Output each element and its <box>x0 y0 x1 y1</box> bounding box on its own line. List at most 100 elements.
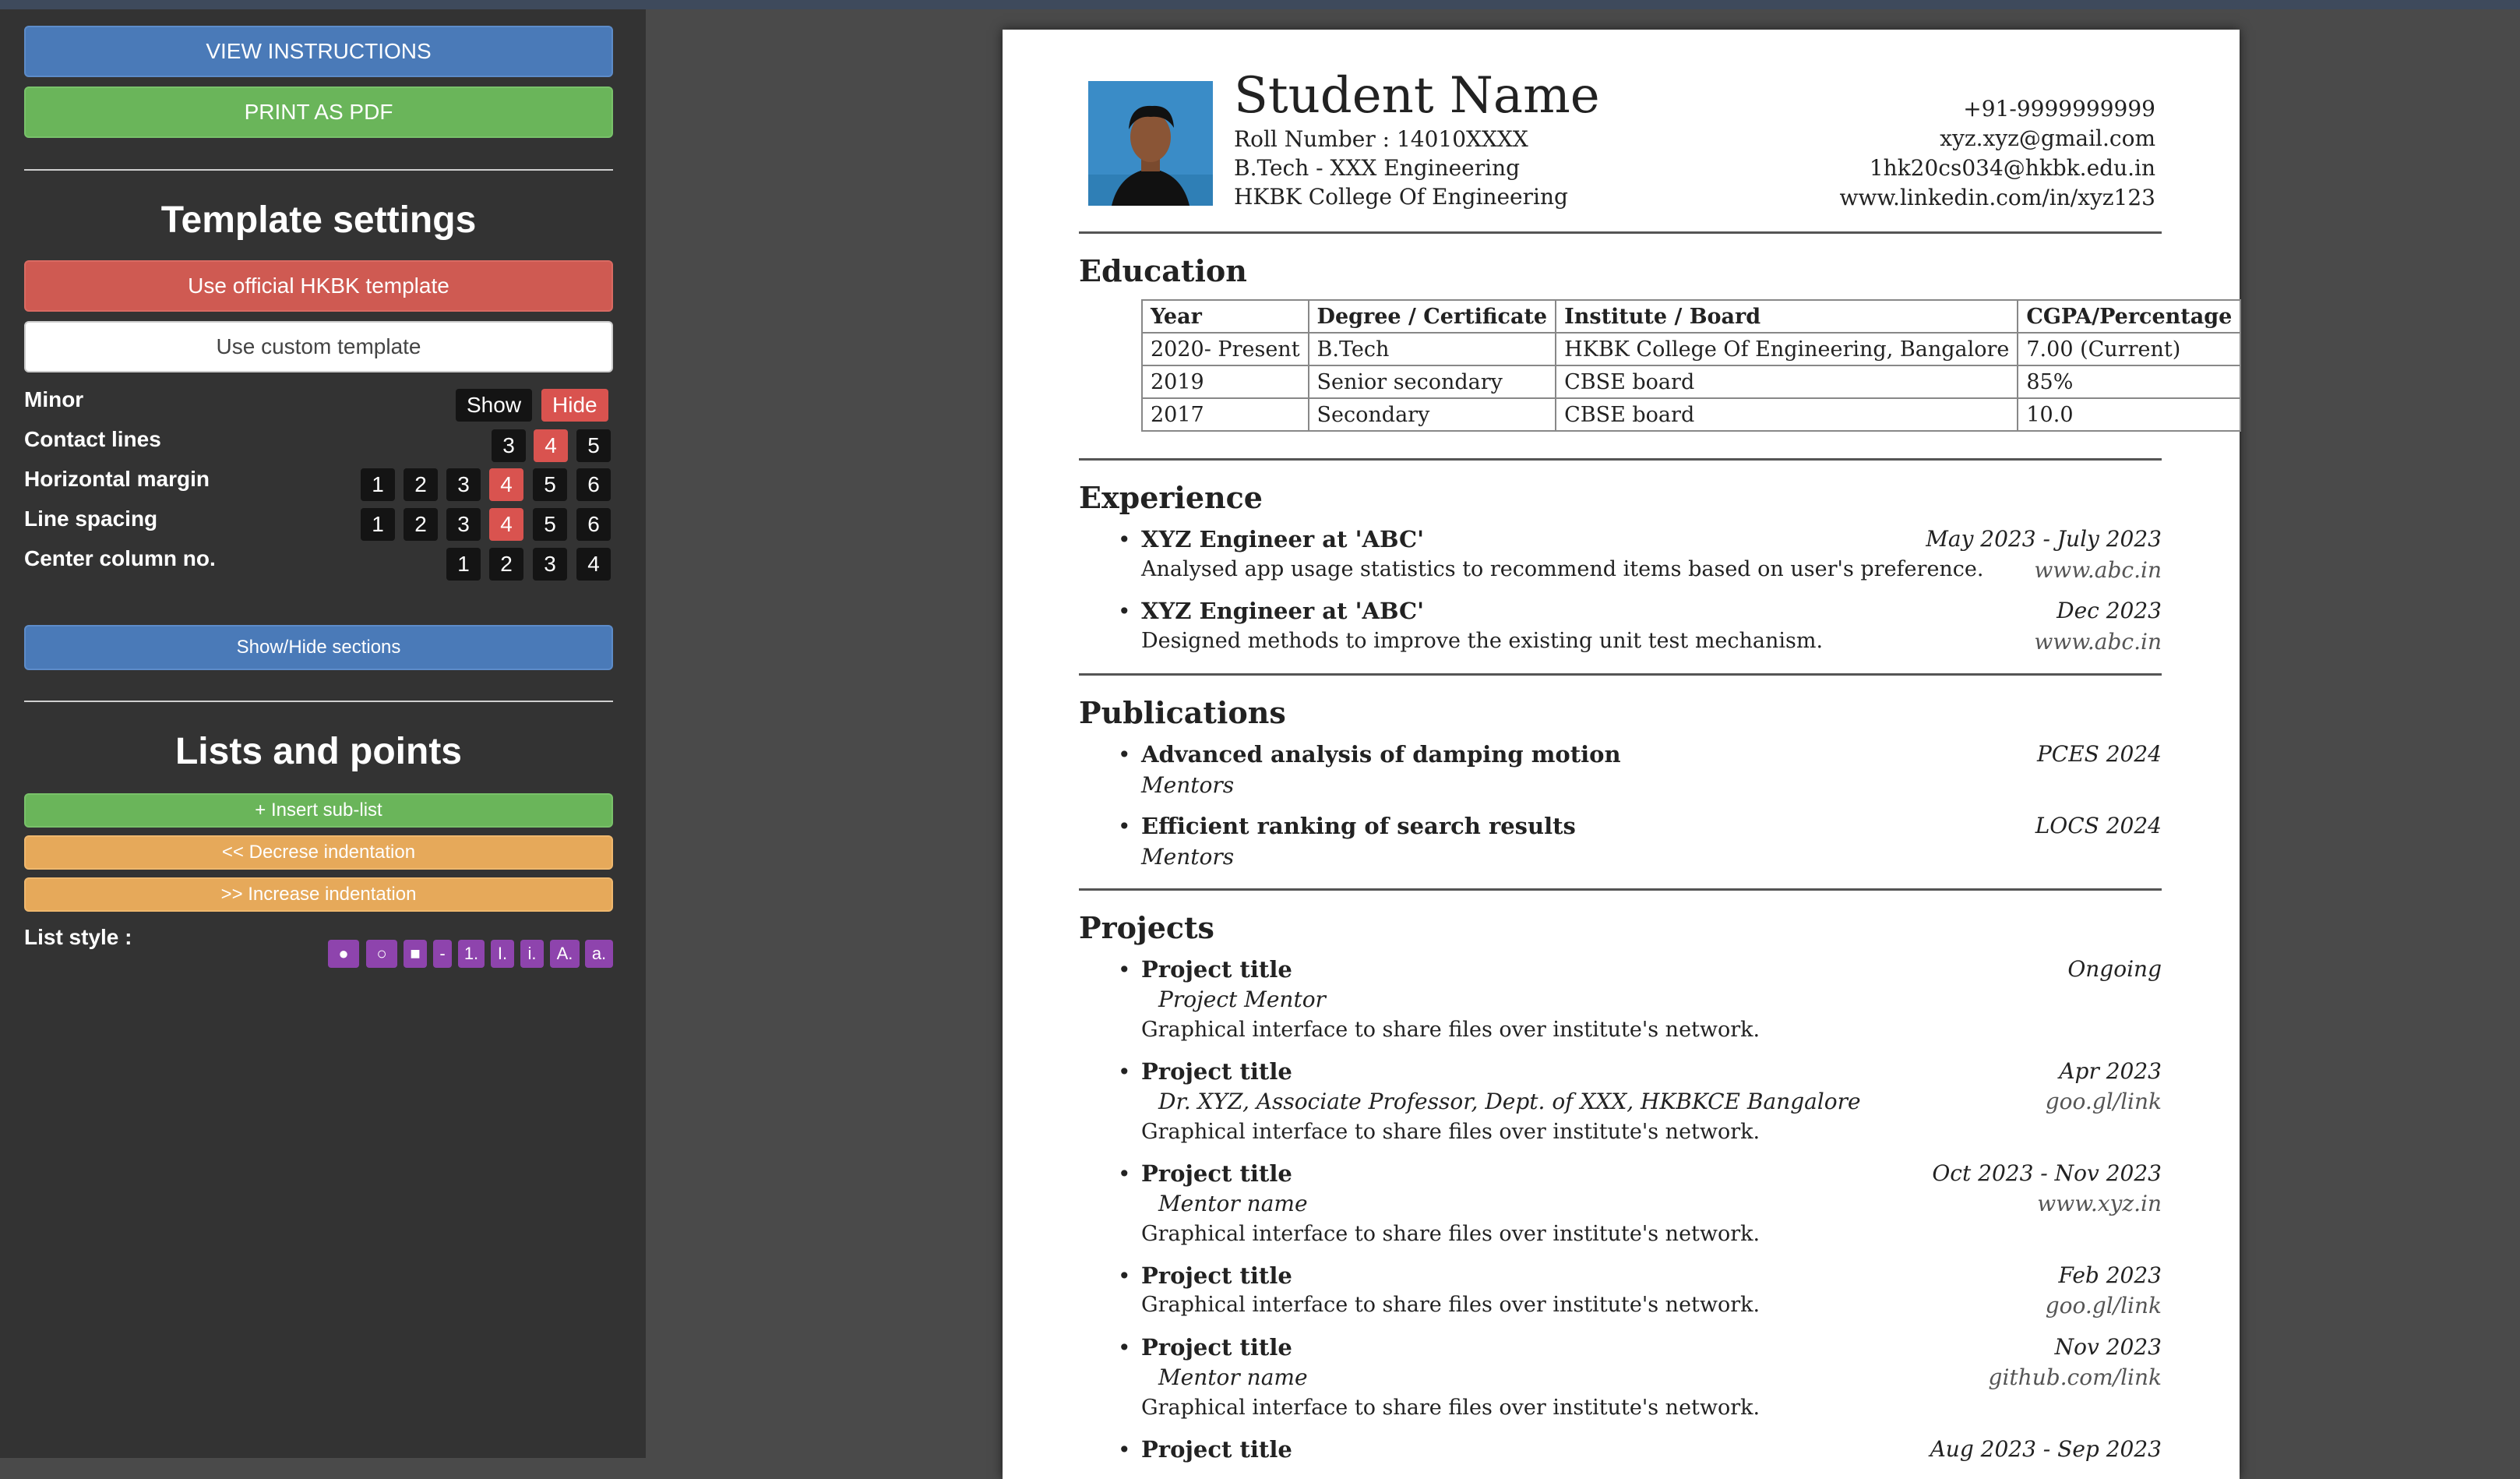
list-style-upper-alpha[interactable]: A. <box>550 940 580 968</box>
project-mentor: Project Mentor <box>1158 987 1326 1012</box>
hmargin-option-4[interactable]: 4 <box>489 468 523 501</box>
spacing-option-3[interactable]: 3 <box>446 508 481 541</box>
list-style-circle[interactable]: ○ <box>366 940 397 968</box>
list-style-lower-alpha[interactable]: a. <box>585 940 613 968</box>
publication-subtext: Mentors <box>1141 772 1235 798</box>
experience-heading: Experience <box>1079 480 1263 515</box>
insert-sublist-button[interactable]: + Insert sub-list <box>24 793 613 828</box>
project-link[interactable]: github.com/link <box>1989 1364 2162 1390</box>
publication-title: Efficient ranking of search results <box>1141 813 1576 839</box>
horizontal-margin-label: Horizontal margin <box>24 467 210 491</box>
sidebar-divider <box>24 701 613 702</box>
project-title: Project title <box>1141 1058 1292 1085</box>
project-link[interactable]: www.xyz.in <box>2037 1191 2162 1216</box>
decrease-indent-button[interactable]: << Decrese indentation <box>24 835 613 870</box>
minor-hide-option[interactable]: Hide <box>541 389 608 422</box>
lists-points-title: Lists and points <box>174 731 462 772</box>
minor-show-option[interactable]: Show <box>456 389 533 422</box>
custom-template-button[interactable]: Use custom template <box>24 321 613 372</box>
bullet-icon: • <box>1118 1437 1131 1463</box>
education-heading: Education <box>1079 253 1247 288</box>
table-header: CGPA/Percentage <box>2017 299 2242 334</box>
official-template-button[interactable]: Use official HKBK template <box>24 260 613 312</box>
college-line: HKBK College Of Engineering <box>1234 184 1568 210</box>
bullet-icon: • <box>1118 957 1131 983</box>
project-link[interactable]: goo.gl/link <box>2046 1293 2162 1318</box>
table-cell: CBSE board <box>1555 397 2019 432</box>
sidebar-divider <box>24 169 613 171</box>
project-description: Graphical interface to share files over … <box>1141 1222 1760 1246</box>
linkedin-link[interactable]: www.linkedin.com/in/xyz123 <box>1839 185 2155 210</box>
print-pdf-button[interactable]: PRINT AS PDF <box>24 86 613 138</box>
student-name: Student Name <box>1234 67 1600 125</box>
publication-venue: PCES 2024 <box>2036 741 2162 767</box>
table-header: Degree / Certificate <box>1307 299 1557 334</box>
view-instructions-button[interactable]: VIEW INSTRUCTIONS <box>24 26 613 77</box>
education-table: Year Degree / Certificate Institute / Bo… <box>1141 299 2242 432</box>
list-style-lower-roman[interactable]: i. <box>520 940 544 968</box>
bullet-icon: • <box>1118 1161 1131 1187</box>
project-title: Project title <box>1141 956 1292 983</box>
list-style-square[interactable]: ■ <box>404 940 427 968</box>
contact-lines-label: Contact lines <box>24 427 161 451</box>
table-row: 2020- Present B.Tech HKBK College Of Eng… <box>1141 332 2242 366</box>
list-style-disc[interactable]: ● <box>328 940 359 968</box>
contact-lines-option-5[interactable]: 5 <box>576 429 611 462</box>
table-cell: Secondary <box>1307 397 1557 432</box>
bullet-icon: • <box>1118 1059 1131 1085</box>
center-column-option-3[interactable]: 3 <box>533 548 567 581</box>
center-column-option-4[interactable]: 4 <box>576 548 611 581</box>
publication-title: Advanced analysis of damping motion <box>1141 741 1621 768</box>
center-column-option-1[interactable]: 1 <box>446 548 481 581</box>
table-header: Year <box>1141 299 1309 334</box>
hmargin-option-6[interactable]: 6 <box>576 468 611 501</box>
spacing-option-1[interactable]: 1 <box>361 508 395 541</box>
spacing-option-2[interactable]: 2 <box>404 508 438 541</box>
contact-lines-option-3[interactable]: 3 <box>492 429 526 462</box>
table-cell: 2020- Present <box>1141 332 1309 366</box>
section-rule <box>1079 673 2162 676</box>
resume-page: Student Name Roll Number : 14010XXXX B.T… <box>1003 30 2242 1479</box>
project-link[interactable]: goo.gl/link <box>2046 1089 2162 1114</box>
project-mentor: Dr. XYZ, Associate Professor, Dept. of X… <box>1158 1089 1861 1114</box>
project-date: Feb 2023 <box>2058 1262 2162 1288</box>
project-date: Nov 2023 <box>2054 1334 2162 1360</box>
increase-indent-button[interactable]: >> Increase indentation <box>24 877 613 912</box>
template-settings-title: Template settings <box>160 199 477 241</box>
spacing-option-6[interactable]: 6 <box>576 508 611 541</box>
bullet-icon: • <box>1118 814 1131 839</box>
profile-photo <box>1088 81 1213 206</box>
spacing-option-5[interactable]: 5 <box>533 508 567 541</box>
table-row: 2019 Senior secondary CBSE board 85% <box>1141 365 2242 399</box>
section-rule <box>1079 458 2162 461</box>
bullet-icon: • <box>1118 742 1131 768</box>
bullet-icon: • <box>1118 598 1131 624</box>
publication-venue: LOCS 2024 <box>2035 813 2162 838</box>
project-date: Apr 2023 <box>2059 1058 2162 1084</box>
experience-link[interactable]: www.abc.in <box>2034 557 2162 583</box>
header-rule <box>1079 231 2162 234</box>
center-column-option-2[interactable]: 2 <box>489 548 523 581</box>
hmargin-option-5[interactable]: 5 <box>533 468 567 501</box>
table-header: Institute / Board <box>1555 299 2019 334</box>
hmargin-option-1[interactable]: 1 <box>361 468 395 501</box>
publication-subtext: Mentors <box>1141 844 1235 870</box>
project-date: Oct 2023 - Nov 2023 <box>1932 1160 2162 1186</box>
experience-link[interactable]: www.abc.in <box>2034 629 2162 655</box>
list-style-upper-roman[interactable]: I. <box>491 940 514 968</box>
section-rule <box>1079 888 2162 891</box>
hmargin-option-2[interactable]: 2 <box>404 468 438 501</box>
show-hide-sections-button[interactable]: Show/Hide sections <box>24 625 613 670</box>
list-style-decimal[interactable]: 1. <box>458 940 485 968</box>
list-style-label: List style : <box>24 925 132 949</box>
email-personal[interactable]: xyz.xyz@gmail.com <box>1940 125 2155 151</box>
email-college[interactable]: 1hk20cs034@hkbk.edu.in <box>1870 155 2155 181</box>
table-cell: Senior secondary <box>1307 365 1557 399</box>
project-description: Graphical interface to share files over … <box>1141 1396 1760 1420</box>
hmargin-option-3[interactable]: 3 <box>446 468 481 501</box>
experience-description: Designed methods to improve the existing… <box>1141 629 1824 653</box>
table-cell: CBSE board <box>1555 365 2019 399</box>
list-style-dash[interactable]: - <box>433 940 452 968</box>
spacing-option-4[interactable]: 4 <box>489 508 523 541</box>
contact-lines-option-4[interactable]: 4 <box>534 429 568 462</box>
